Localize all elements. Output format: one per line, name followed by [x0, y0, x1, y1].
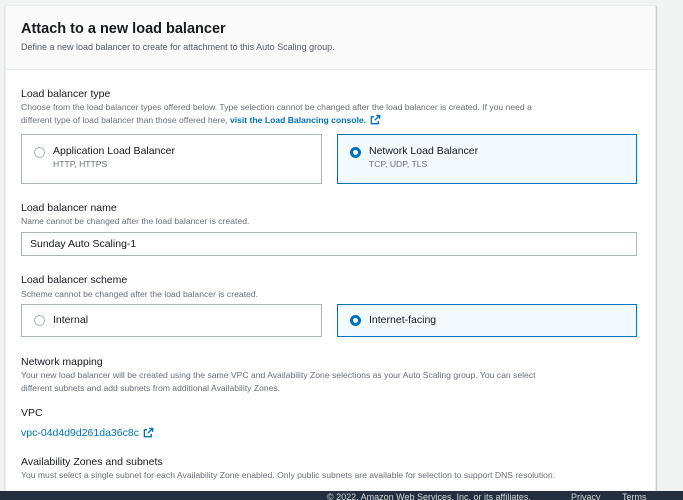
tile-title: Application Load Balancer: [53, 145, 176, 157]
vpc-link[interactable]: vpc-04d4d9d261da36c8c: [21, 427, 154, 439]
lb-type-description: Choose from the load balancer types offe…: [21, 101, 621, 127]
panel-description: Define a new load balancer to create for…: [21, 42, 335, 52]
radio-button-icon[interactable]: [350, 315, 361, 326]
footer-copyright: © 2022, Amazon Web Services, Inc. or its…: [327, 492, 531, 500]
tile-subtitle: TCP, UDP, TLS: [369, 159, 428, 169]
network-mapping-description: Your new load balancer will be created u…: [21, 369, 621, 395]
lb-type-description-line2: different type of load balancer than tho…: [21, 114, 621, 127]
radio-button-icon[interactable]: [34, 147, 45, 158]
vpc-id[interactable]: vpc-04d4d9d261da36c8c: [21, 427, 139, 439]
network-mapping-label: Network mapping: [21, 356, 103, 368]
external-link-icon[interactable]: [143, 427, 154, 438]
lb-scheme-description: Scheme cannot be changed after the load …: [21, 289, 258, 299]
lb-type-label: Load balancer type: [21, 88, 111, 100]
panel-header: Attach to a new load balancer Define a n…: [6, 6, 655, 70]
lb-name-description: Name cannot be changed after the load ba…: [21, 216, 250, 226]
vpc-label: VPC: [21, 407, 43, 419]
tile-subtitle: HTTP, HTTPS: [53, 159, 108, 169]
load-balancing-console-link[interactable]: visit the Load Balancing console.: [230, 115, 366, 125]
tile-application-load-balancer[interactable]: Application Load Balancer HTTP, HTTPS: [21, 134, 322, 184]
network-mapping-description-line1: Your new load balancer will be created u…: [21, 370, 536, 380]
tile-title: Network Load Balancer: [369, 145, 479, 157]
tile-network-load-balancer[interactable]: Network Load Balancer TCP, UDP, TLS: [337, 134, 637, 184]
tile-internal[interactable]: Internal: [21, 304, 322, 337]
az-subnets-label: Availability Zones and subnets: [21, 456, 163, 468]
network-mapping-description-line2: different subnets and add subnets from a…: [21, 383, 281, 393]
footer-terms-link[interactable]: Terms: [622, 492, 647, 500]
footer-privacy-link[interactable]: Privacy: [571, 492, 601, 500]
lb-name-label: Load balancer name: [21, 202, 117, 214]
panel-title: Attach to a new load balancer: [21, 21, 226, 37]
page-footer: © 2022, Amazon Web Services, Inc. or its…: [0, 491, 683, 500]
tile-title: Internet-facing: [369, 314, 437, 326]
lb-type-description-text: different type of load balancer than tho…: [21, 115, 228, 125]
lb-scheme-label: Load balancer scheme: [21, 274, 128, 286]
lb-name-input[interactable]: [21, 232, 637, 256]
radio-button-icon[interactable]: [34, 315, 45, 326]
external-link-icon[interactable]: [370, 114, 381, 125]
az-subnets-description: You must select a single subnet for each…: [21, 470, 556, 480]
lb-type-description-line1: Choose from the load balancer types offe…: [21, 102, 532, 112]
radio-button-icon[interactable]: [350, 147, 361, 158]
tile-internet-facing[interactable]: Internet-facing: [337, 304, 637, 337]
tile-title: Internal: [53, 314, 89, 326]
attach-load-balancer-panel: Attach to a new load balancer Define a n…: [5, 5, 656, 500]
